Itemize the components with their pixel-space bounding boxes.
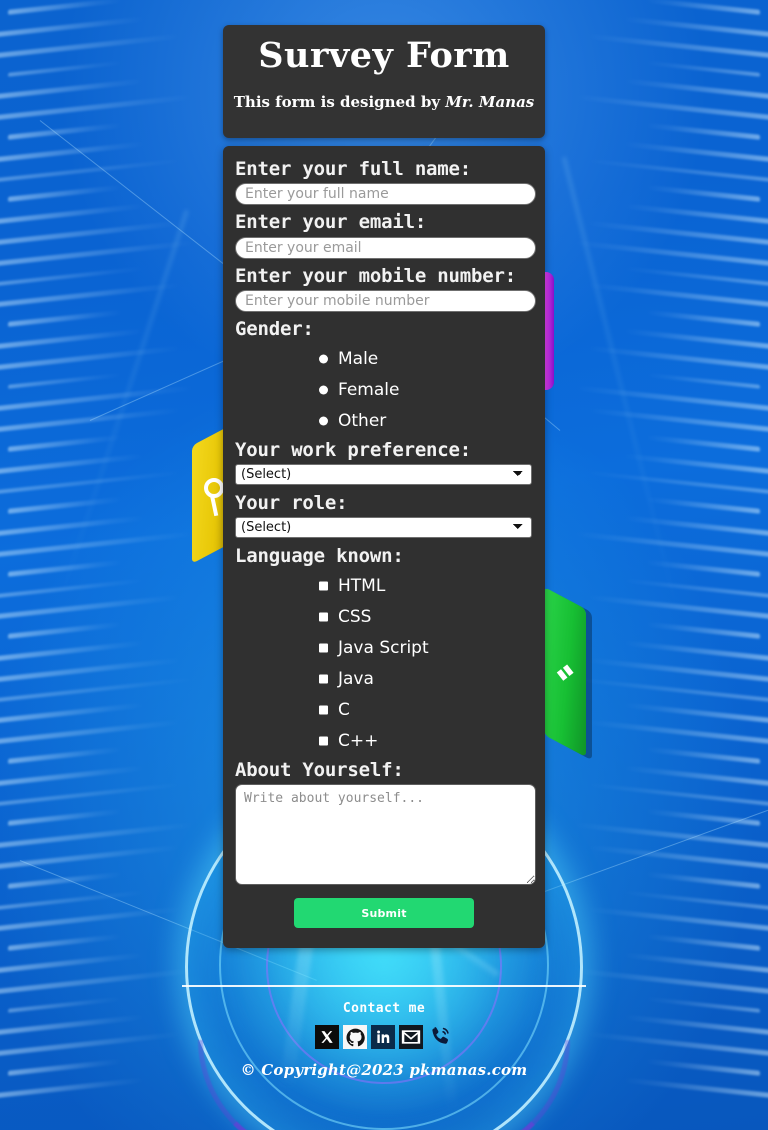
page-subtitle-author: Mr. Manas <box>445 92 535 111</box>
header-panel: Survey Form This form is designed by Mr.… <box>223 25 545 138</box>
radio-icon <box>319 385 328 395</box>
copyright-text: © Copyright@2023 pkmanas.com <box>0 1061 768 1079</box>
about-textarea[interactable] <box>235 784 536 886</box>
checkbox-icon <box>319 736 328 746</box>
fullname-label: Enter your full name: <box>235 158 472 180</box>
language-option-c[interactable]: C <box>319 695 533 726</box>
gender-label: Gender: <box>235 318 314 341</box>
gender-radio-group: Male Female Other <box>235 344 533 437</box>
linkedin-icon[interactable] <box>371 1025 395 1049</box>
mobile-input[interactable] <box>235 290 536 313</box>
gender-option-other[interactable]: Other <box>319 406 533 437</box>
copyright-site: pkmanas.com <box>409 1061 528 1079</box>
language-option-css[interactable]: CSS <box>319 602 533 633</box>
x-icon[interactable] <box>315 1025 339 1049</box>
social-links <box>0 1025 768 1049</box>
gender-option-female[interactable]: Female <box>319 375 533 406</box>
gender-option-label: Female <box>338 379 400 400</box>
gender-option-male[interactable]: Male <box>319 344 533 375</box>
radio-icon <box>319 354 328 364</box>
page-subtitle: This form is designed by Mr. Manas <box>223 76 545 111</box>
work-preference-label: Your work preference: <box>235 438 472 461</box>
checkbox-icon <box>319 705 328 715</box>
gender-option-label: Other <box>338 410 387 431</box>
checkbox-icon <box>319 612 328 622</box>
survey-form: Enter your full name: Enter your email: … <box>223 146 545 948</box>
fullname-input[interactable] <box>235 183 536 206</box>
language-option-html[interactable]: HTML <box>319 571 533 602</box>
submit-button[interactable]: Submit <box>294 898 474 929</box>
languages-checkbox-group: HTML CSS Java Script Java C C++ <box>235 571 533 757</box>
page-title: Survey Form <box>258 35 510 76</box>
mobile-label: Enter your mobile number: <box>235 264 516 287</box>
language-option-label: CSS <box>338 606 372 627</box>
copyright-prefix: © Copyright@2023 <box>240 1061 410 1079</box>
gender-option-label: Male <box>338 348 379 369</box>
checkbox-icon <box>319 674 328 684</box>
language-option-label: C <box>338 699 350 720</box>
footer-divider <box>182 985 586 987</box>
submit-row: Submit <box>235 885 533 929</box>
footer: Contact me © Copyright@2023 pkmanas.com <box>0 985 768 1079</box>
language-option-javascript[interactable]: Java Script <box>319 633 533 664</box>
role-select[interactable]: (Select) <box>235 517 532 539</box>
page-root: Survey Form This form is designed by Mr.… <box>0 0 768 1130</box>
language-option-label: Java <box>338 668 374 689</box>
contact-label: Contact me <box>342 1001 426 1016</box>
language-option-java[interactable]: Java <box>319 664 533 695</box>
role-label: Your role: <box>235 492 348 515</box>
language-option-label: Java Script <box>338 637 429 658</box>
email-label: Enter your email: <box>235 211 427 234</box>
page-subtitle-prefix: This form is designed by <box>233 92 446 111</box>
radio-icon <box>319 416 328 426</box>
gmail-icon[interactable] <box>399 1025 423 1049</box>
email-input[interactable] <box>235 236 536 259</box>
checkbox-icon <box>319 643 328 653</box>
work-preference-select[interactable]: (Select) <box>235 464 532 486</box>
about-label: About Yourself: <box>235 758 404 781</box>
phone-icon[interactable] <box>427 1025 453 1049</box>
language-option-label: HTML <box>338 575 386 596</box>
language-option-label: C++ <box>338 730 379 751</box>
languages-label: Language known: <box>235 545 404 568</box>
checkbox-icon <box>319 581 328 591</box>
language-option-cpp[interactable]: C++ <box>319 726 533 757</box>
github-icon[interactable] <box>343 1025 367 1049</box>
